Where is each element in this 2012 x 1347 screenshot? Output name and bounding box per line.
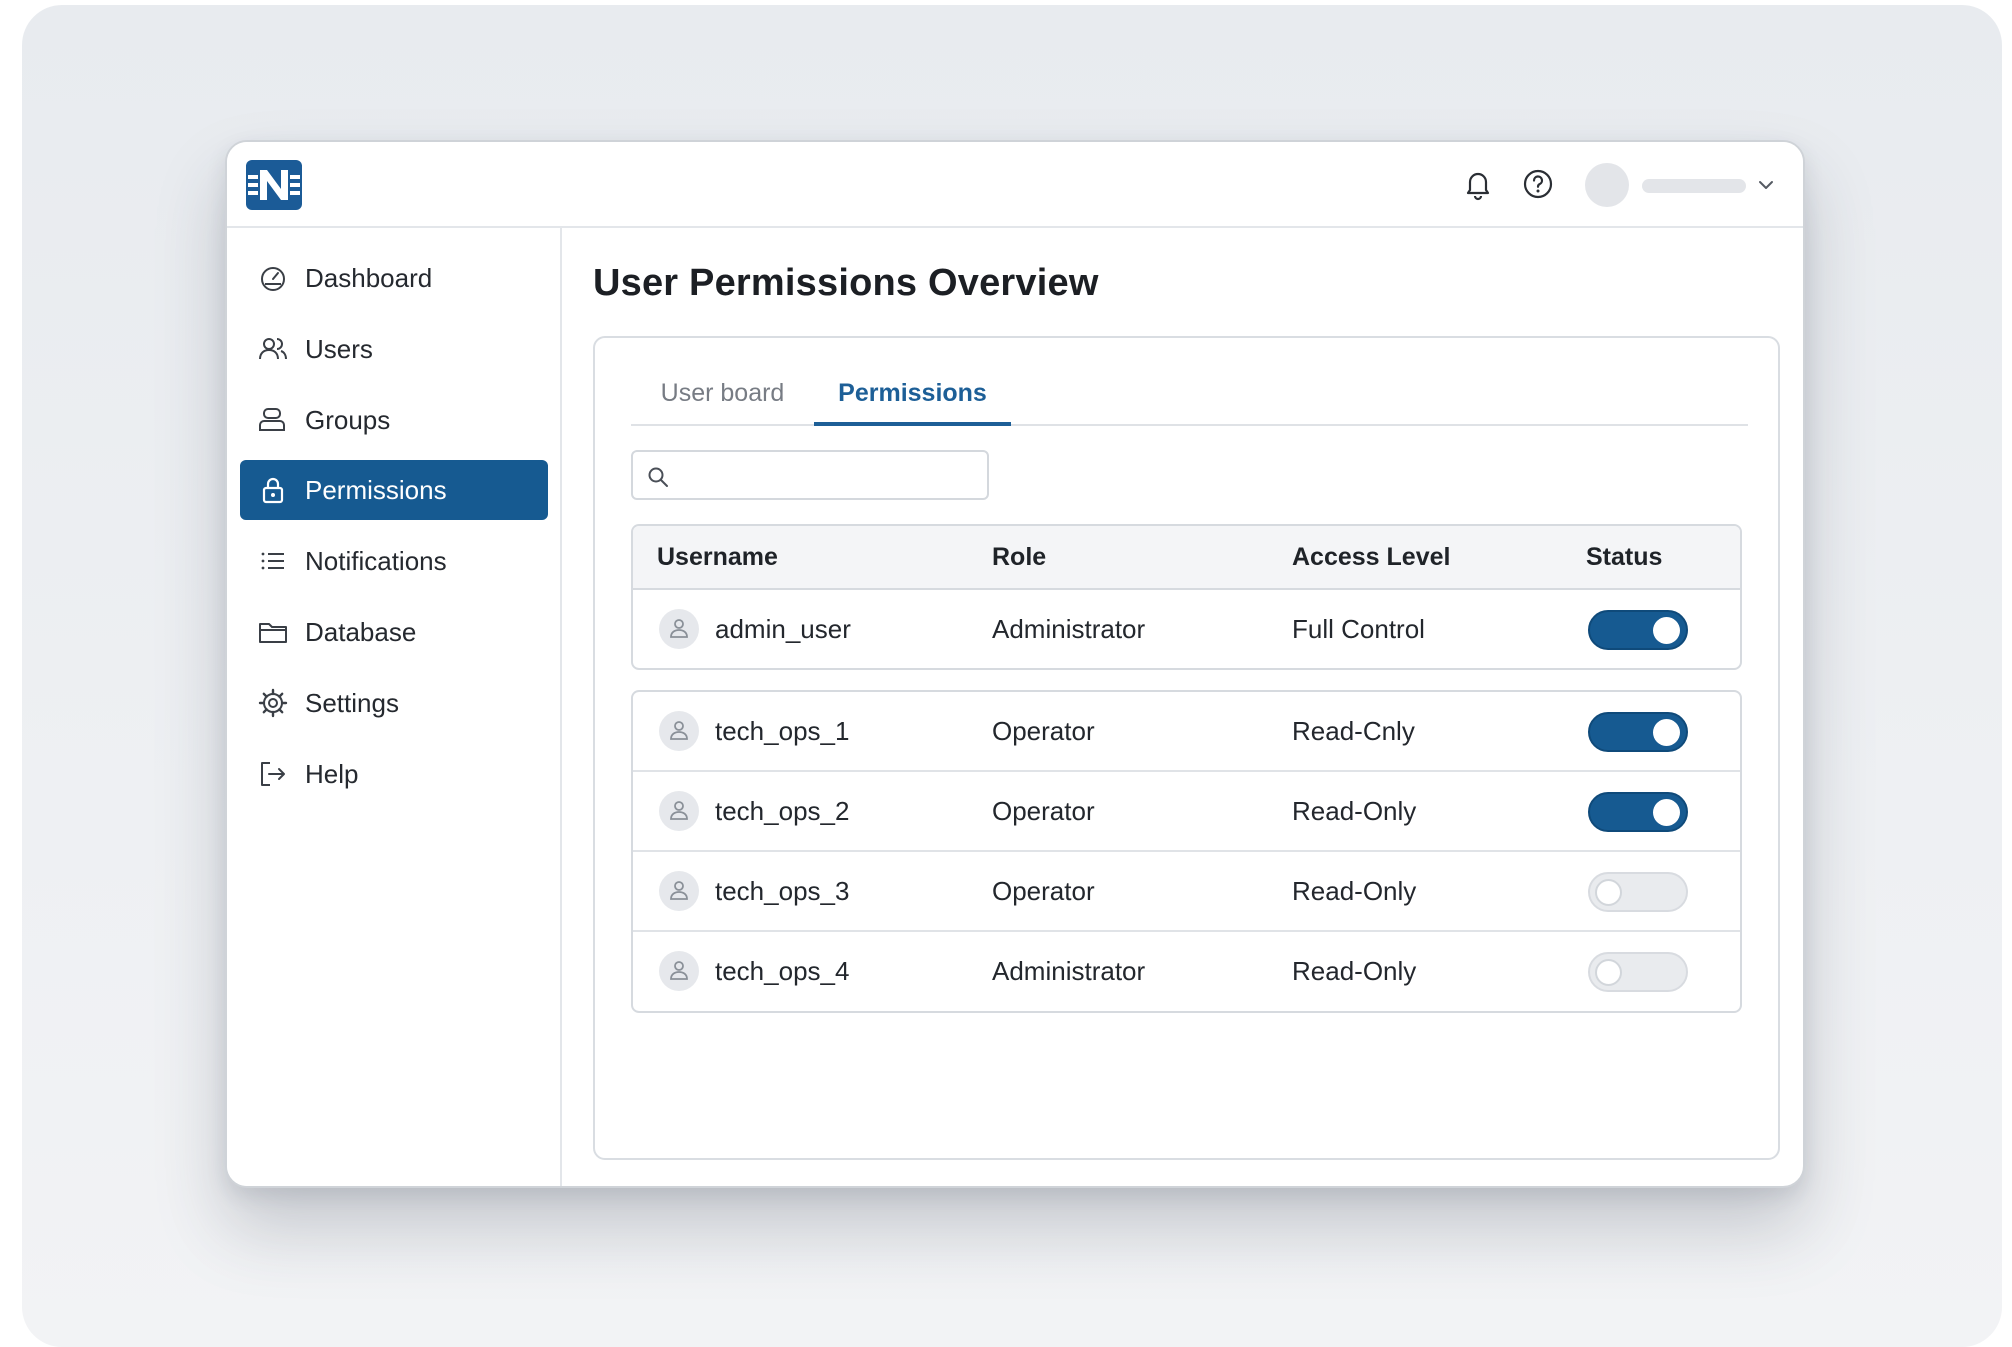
- sidebar-item-label: Help: [305, 758, 359, 789]
- cell-role: Administrator: [992, 614, 1146, 644]
- status-toggle[interactable]: [1588, 712, 1688, 752]
- toggle-knob: [1653, 799, 1680, 826]
- help-icon[interactable]: [1521, 167, 1555, 201]
- table-row[interactable]: tech_ops_2 Operator Read-Only: [633, 772, 1740, 852]
- sidebar-item-label: Permissions: [305, 474, 447, 505]
- sidebar-item-label: Notifications: [305, 545, 447, 576]
- column-header-username[interactable]: Username: [657, 526, 778, 588]
- folder-icon: [259, 623, 287, 643]
- search-input[interactable]: [681, 460, 976, 490]
- cell-username: tech_ops_3: [715, 876, 850, 906]
- exit-icon: [261, 762, 285, 786]
- sidebar-item-dashboard[interactable]: Dashboard: [240, 248, 548, 308]
- user-avatar-icon: [659, 711, 699, 751]
- cell-username: tech_ops_4: [715, 956, 850, 986]
- sidebar-item-label: Database: [305, 616, 417, 647]
- gear-icon: [258, 688, 288, 718]
- sidebar-item-label: Dashboard: [305, 262, 433, 293]
- table-row[interactable]: tech_ops_3 Operator Read-Only: [633, 852, 1740, 932]
- list-icon: [261, 552, 284, 570]
- column-header-access-level[interactable]: Access Level: [1292, 526, 1450, 588]
- cell-role: Administrator: [992, 956, 1146, 986]
- table-header: Username Role Access Level Status: [633, 526, 1740, 590]
- search-icon: [648, 467, 668, 487]
- tab-bar: User board Permissions: [631, 368, 1748, 426]
- user-avatar-icon: [659, 871, 699, 911]
- user-avatar-icon: [659, 951, 699, 991]
- sidebar-item-users[interactable]: Users: [240, 319, 548, 379]
- gauge-icon: [261, 267, 285, 291]
- status-toggle[interactable]: [1588, 872, 1688, 912]
- status-toggle[interactable]: [1588, 952, 1688, 992]
- cell-role: Operator: [992, 716, 1095, 746]
- table-row[interactable]: admin_user Administrator Full Control: [633, 590, 1740, 668]
- avatar[interactable]: [1585, 163, 1629, 207]
- top-bar: [227, 142, 1803, 228]
- cell-access-level: Read-Only: [1292, 796, 1417, 826]
- account-name-placeholder[interactable]: [1642, 179, 1746, 193]
- tab-user-board[interactable]: User board: [631, 368, 814, 426]
- tab-permissions[interactable]: Permissions: [814, 368, 1011, 426]
- cell-access-level: Read-Only: [1292, 876, 1417, 906]
- users-icon: [259, 338, 287, 360]
- sidebar-item-label: Settings: [305, 687, 399, 718]
- sidebar-item-notifications[interactable]: Notifications: [240, 531, 548, 591]
- permissions-card: User board Permissions Username Role Acc…: [593, 336, 1780, 1160]
- table-row[interactable]: tech_ops_4 Administrator Read-Only: [633, 932, 1740, 1011]
- column-header-role[interactable]: Role: [992, 526, 1046, 588]
- sidebar: Dashboard Users Groups Permissions Notif…: [227, 228, 562, 1186]
- permissions-table-primary: Username Role Access Level Status admin_…: [631, 524, 1742, 670]
- sidebar-item-settings[interactable]: Settings: [240, 673, 548, 733]
- toggle-knob: [1595, 879, 1622, 906]
- cell-access-level: Full Control: [1292, 614, 1425, 644]
- user-avatar-icon: [659, 609, 699, 649]
- toggle-knob: [1653, 617, 1680, 644]
- toggle-knob: [1595, 959, 1622, 986]
- chevron-down-icon[interactable]: [1755, 174, 1777, 196]
- cell-access-level: Read-Cnly: [1292, 716, 1415, 746]
- user-avatar-icon: [659, 791, 699, 831]
- cell-role: Operator: [992, 876, 1095, 906]
- app-window: Dashboard Users Groups Permissions Notif…: [225, 140, 1805, 1188]
- bell-icon[interactable]: [1461, 167, 1495, 201]
- lock-icon: [262, 477, 284, 504]
- cell-username: tech_ops_1: [715, 716, 850, 746]
- table-row[interactable]: tech_ops_1 Operator Read-Cnly: [633, 692, 1740, 772]
- column-header-status[interactable]: Status: [1586, 526, 1662, 588]
- cell-role: Operator: [992, 796, 1095, 826]
- groups-icon: [259, 408, 285, 431]
- sidebar-item-permissions[interactable]: Permissions: [240, 460, 548, 520]
- sidebar-item-database[interactable]: Database: [240, 602, 548, 662]
- page-title: User Permissions Overview: [593, 262, 1099, 304]
- cell-username: admin_user: [715, 614, 851, 644]
- cell-username: tech_ops_2: [715, 796, 850, 826]
- cell-access-level: Read-Only: [1292, 956, 1417, 986]
- brand-logo-icon[interactable]: [246, 160, 302, 210]
- permissions-table-secondary: tech_ops_1 Operator Read-Cnly tech_ops_2…: [631, 690, 1742, 1013]
- status-toggle[interactable]: [1588, 610, 1688, 650]
- sidebar-item-groups[interactable]: Groups: [240, 390, 548, 450]
- sidebar-item-label: Groups: [305, 404, 391, 435]
- sidebar-item-label: Users: [305, 333, 373, 364]
- sidebar-item-help[interactable]: Help: [240, 744, 548, 804]
- toggle-knob: [1653, 719, 1680, 746]
- search-box[interactable]: [631, 450, 989, 500]
- status-toggle[interactable]: [1588, 792, 1688, 832]
